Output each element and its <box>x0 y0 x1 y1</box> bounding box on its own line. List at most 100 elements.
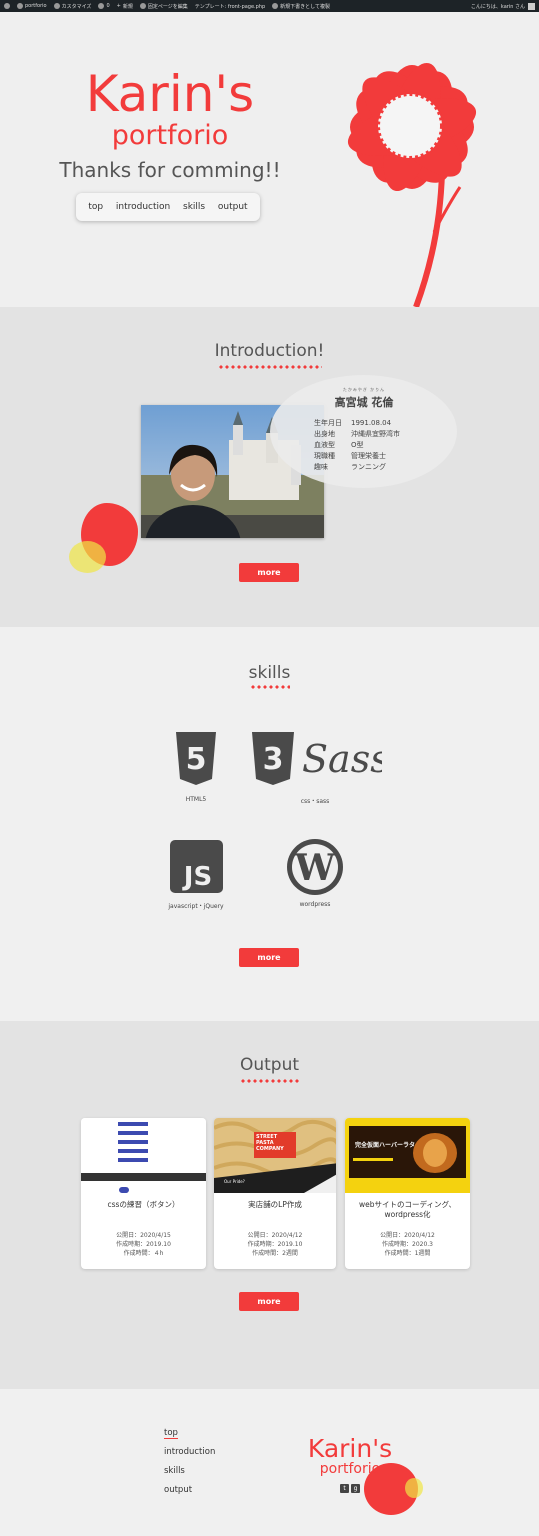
nav-skills[interactable]: skills <box>183 202 205 212</box>
hero-nav: top introduction skills output <box>76 193 260 221</box>
footer: top introduction skills output Karin's p… <box>0 1389 539 1536</box>
profile-row: 生年月日 1991.08.04 <box>314 418 400 429</box>
card-period: 作成時期：2019.10 <box>247 1241 303 1248</box>
skills-heading-dots <box>250 685 290 689</box>
output-card[interactable]: cssの練習（ボタン） 公開日：2020/4/15 作成時期：2019.10 作… <box>81 1118 206 1269</box>
nav-introduction[interactable]: introduction <box>116 202 170 212</box>
customize-link[interactable]: カスタマイズ <box>53 3 92 10</box>
wordpress-logo-icon[interactable] <box>4 3 10 9</box>
site-name-link[interactable]: portforio <box>17 3 47 9</box>
profile-value: 沖縄県宜野湾市 <box>351 430 400 438</box>
new-label: 新規 <box>122 3 133 10</box>
intro-heading: Introduction! <box>214 341 325 361</box>
comments-link[interactable]: 0 <box>98 3 110 9</box>
card-meta: 公開日：2020/4/12 作成時期：2020.3 作成時間：1週間 <box>345 1231 470 1258</box>
profile-row: 趣味 ランニング <box>314 462 400 473</box>
intro-more-button[interactable]: more <box>239 563 299 582</box>
svg-text:Sass: Sass <box>302 737 382 781</box>
css3-sass-icon: 3 Sass <box>252 732 382 785</box>
svg-text:3: 3 <box>263 742 284 777</box>
customize-label: カスタマイズ <box>61 3 92 10</box>
hero-subtitle: portforio <box>111 120 229 151</box>
home-icon <box>17 3 23 9</box>
svg-text:W: W <box>294 847 336 889</box>
twitter-icon[interactable]: t <box>340 1484 349 1493</box>
card-hours: 作成時間：2週間 <box>252 1250 298 1257</box>
greeting[interactable]: こんにちは、karin さん <box>471 3 525 10</box>
introduction-section: Introduction! たかみやぎ かりん 高宮城 花倫 生年月日 1991… <box>0 307 539 627</box>
profile-row: 血液型 O型 <box>314 440 400 451</box>
profile-key: 出身地 <box>314 430 335 438</box>
svg-text:JS: JS <box>182 862 212 892</box>
wordpress-icon: W <box>287 839 343 895</box>
skill-label-wordpress: wordpress <box>299 901 331 908</box>
skill-label-html5: HTML5 <box>185 796 207 803</box>
card-title: cssの練習（ボタン） <box>107 1200 180 1209</box>
html5-icon: 5 <box>176 732 216 785</box>
comments-count: 0 <box>106 3 110 9</box>
profile-key: 趣味 <box>314 463 328 471</box>
draft-label: 新規下書きとして複製 <box>280 3 331 10</box>
intro-heading-dots <box>218 365 322 369</box>
output-heading-dots <box>240 1079 300 1083</box>
profile-value: 管理栄養士 <box>351 452 386 460</box>
template-label: テンプレート: front-page.php <box>194 3 266 10</box>
hero-section: Karin's portforio Thanks for comming!! t… <box>0 12 539 307</box>
github-icon[interactable]: g <box>351 1484 360 1493</box>
footer-nav-introduction[interactable]: introduction <box>164 1447 215 1457</box>
card-published: 公開日：2020/4/15 <box>116 1232 171 1239</box>
duplicate-draft-link[interactable]: 新規下書きとして複製 <box>272 3 330 10</box>
svg-text:5: 5 <box>186 742 207 777</box>
profile-row: 出身地 沖縄県宜野湾市 <box>314 429 400 440</box>
card-title: webサイトのコーディング、wordpress化 <box>359 1200 456 1219</box>
output-section: Output cssの練習（ボタン） 公開日：2020/4/15 作成時期：20… <box>0 1021 539 1389</box>
skills-more-button[interactable]: more <box>239 948 299 967</box>
nav-top[interactable]: top <box>88 202 103 212</box>
output-heading: Output <box>239 1055 300 1075</box>
footer-logo[interactable]: Karin's <box>300 1435 400 1463</box>
avatar[interactable] <box>528 2 535 10</box>
profile-name: 高宮城 花倫 <box>334 396 394 409</box>
card-thumbnail: STREET PASTA COMPANY Our Pride? <box>214 1118 336 1193</box>
card-thumbnail: 完全仮面ハーバーラタ <box>345 1118 470 1193</box>
js-icon: JS <box>170 840 223 893</box>
output-more-button[interactable]: more <box>239 1292 299 1311</box>
card-meta: 公開日：2020/4/15 作成時期：2019.10 作成時間：４h <box>81 1231 206 1258</box>
card-title: 実店舗のLP作成 <box>248 1200 302 1209</box>
footer-logo-sub: portforio <box>319 1461 381 1477</box>
edit-page-label: 固定ページを編集 <box>147 3 188 10</box>
name-kana: たかみやぎ かりん <box>342 387 386 392</box>
new-content-link[interactable]: + 新規 <box>117 3 133 10</box>
profile-value: 1991.08.04 <box>351 419 392 427</box>
footer-nav-output[interactable]: output <box>164 1485 192 1495</box>
card-hours: 作成時間：1週間 <box>384 1250 431 1257</box>
card-meta: 公開日：2020/4/12 作成時期：2019.10 作成時間：2週間 <box>214 1231 336 1258</box>
profile-key: 生年月日 <box>314 419 342 427</box>
profile-table: 生年月日 1991.08.04 出身地 沖縄県宜野湾市 血液型 O型 現職種 管理栄養士… <box>314 418 400 473</box>
footer-nav-top[interactable]: top <box>164 1428 178 1439</box>
copy-icon <box>272 3 279 9</box>
thumb-subtext: Our Pride? <box>224 1179 245 1184</box>
hero-thanks: Thanks for comming!! <box>59 158 281 182</box>
footer-nav-skills[interactable]: skills <box>164 1466 185 1476</box>
profile-key: 現職種 <box>314 452 335 460</box>
skill-label-css-sass: css・sass <box>300 798 330 805</box>
card-period: 作成時期：2019.10 <box>116 1241 171 1248</box>
output-card[interactable]: 完全仮面ハーバーラタ webサイトのコーディング、wordpress化 公開日：… <box>345 1118 470 1269</box>
card-hours: 作成時間：４h <box>123 1250 164 1257</box>
card-published: 公開日：2020/4/12 <box>247 1232 303 1239</box>
edit-page-link[interactable]: 固定ページを編集 <box>139 3 188 10</box>
template-info[interactable]: テンプレート: front-page.php <box>195 3 265 10</box>
plus-icon: + <box>116 3 121 9</box>
skills-heading: skills <box>248 663 291 683</box>
nav-output[interactable]: output <box>218 202 248 212</box>
profile-key: 血液型 <box>314 441 335 449</box>
output-card[interactable]: STREET PASTA COMPANY Our Pride? 実店舗のLP作成… <box>214 1118 336 1269</box>
profile-value: ランニング <box>351 463 386 471</box>
profile-row: 現職種 管理栄養士 <box>314 451 400 462</box>
profile-value: O型 <box>351 441 364 449</box>
footer-yellow-blob <box>405 1478 423 1498</box>
site-name: portforio <box>25 3 47 9</box>
yellow-blob <box>69 541 106 573</box>
thumb-logo-text: STREET PASTA COMPANY <box>256 1134 284 1152</box>
